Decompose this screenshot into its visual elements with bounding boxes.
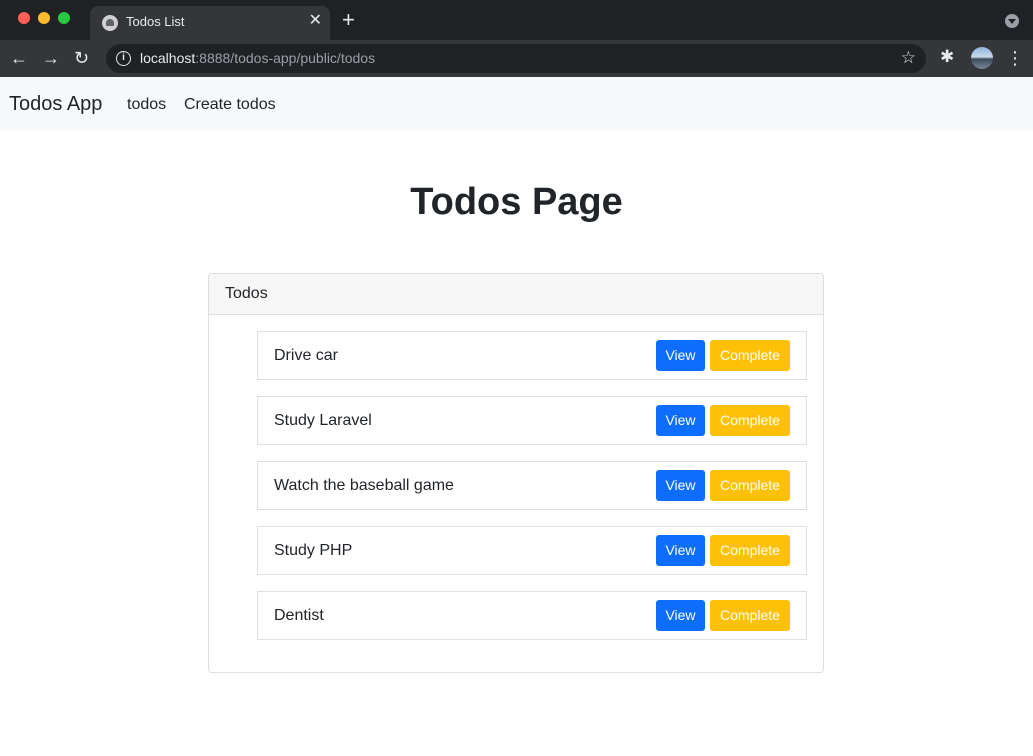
url-host: localhost — [140, 50, 196, 66]
window-maximize-button[interactable] — [58, 12, 70, 24]
todo-title: Drive car — [274, 347, 339, 364]
url-path: :8888/todos-app/public/todos — [195, 50, 376, 66]
todo-item: Study PHP View Complete — [257, 526, 807, 575]
window-minimize-button[interactable] — [38, 12, 50, 24]
card-header: Todos — [209, 274, 823, 315]
tab-search-icon[interactable] — [1005, 14, 1019, 28]
page-title: Todos Page — [410, 181, 623, 223]
address-bar[interactable]: i localhost:8888/todos-app/public/todos … — [106, 44, 926, 73]
todo-item: Watch the baseball game View Complete — [257, 461, 807, 510]
complete-button[interactable]: Complete — [710, 535, 790, 566]
todo-item: Drive car View Complete — [257, 331, 807, 380]
complete-button[interactable]: Complete — [710, 470, 790, 501]
view-button[interactable]: View — [656, 535, 705, 566]
browser-tab-bar: Todos List ✕ + — [0, 0, 1033, 40]
nav-link-todos[interactable]: todos — [127, 96, 166, 114]
info-icon[interactable]: i — [116, 51, 131, 66]
nav-link-create-todos[interactable]: Create todos — [184, 96, 276, 114]
navbar-brand[interactable]: Todos App — [9, 93, 102, 116]
todo-title: Study Laravel — [274, 412, 372, 429]
card-header-title: Todos — [225, 285, 268, 302]
back-arrow-icon[interactable]: ← — [10, 46, 28, 70]
reload-icon[interactable]: ↻ — [74, 46, 89, 70]
todo-item: Dentist View Complete — [257, 591, 807, 640]
todo-item: Study Laravel View Complete — [257, 396, 807, 445]
todos-card: Todos Drive car View Complete Study Lara… — [208, 273, 824, 673]
browser-toolbar: ← → ↻ i localhost:8888/todos-app/public/… — [0, 40, 1033, 77]
forward-arrow-icon[interactable]: → — [42, 46, 60, 70]
bookmark-star-icon[interactable]: ☆ — [901, 48, 916, 68]
profile-avatar[interactable] — [971, 47, 993, 69]
view-button[interactable]: View — [656, 405, 705, 436]
complete-button[interactable]: Complete — [710, 340, 790, 371]
url-text[interactable]: localhost:8888/todos-app/public/todos — [140, 50, 375, 66]
extensions-puzzle-icon[interactable]: ✱ — [940, 47, 954, 67]
complete-button[interactable]: Complete — [710, 405, 790, 436]
todo-title: Study PHP — [274, 542, 353, 559]
favicon-icon — [102, 15, 118, 31]
app-navbar: Todos App todos Create todos — [0, 77, 1033, 131]
window-close-button[interactable] — [18, 12, 30, 24]
view-button[interactable]: View — [656, 470, 705, 501]
tab-title: Todos List — [126, 14, 185, 29]
tab-close-icon[interactable]: ✕ — [309, 11, 322, 31]
view-button[interactable]: View — [656, 600, 705, 631]
new-tab-button[interactable]: + — [342, 8, 355, 32]
todo-title: Dentist — [274, 607, 324, 624]
browser-tab[interactable]: Todos List ✕ — [90, 6, 330, 40]
browser-menu-icon[interactable]: ⋮ — [1006, 47, 1024, 69]
view-button[interactable]: View — [656, 340, 705, 371]
complete-button[interactable]: Complete — [710, 600, 790, 631]
todo-title: Watch the baseball game — [274, 477, 454, 494]
